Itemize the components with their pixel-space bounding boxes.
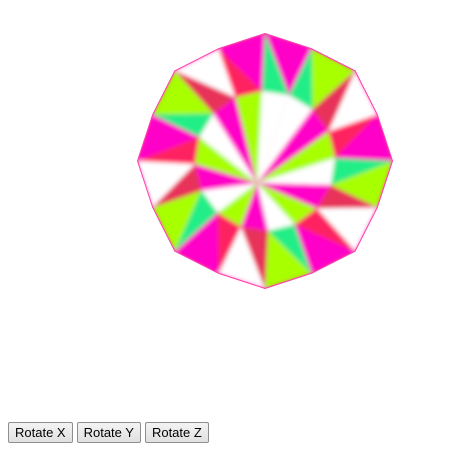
rotate-y-button[interactable]: Rotate Y [76,422,141,443]
polyhedron-render [137,33,393,289]
rotate-z-button[interactable]: Rotate Z [144,422,209,443]
rotation-controls: Rotate X Rotate Y Rotate Z [8,422,209,443]
rotate-x-button[interactable]: Rotate X [8,422,73,443]
3d-canvas [0,0,451,410]
polyhedron [137,33,393,289]
